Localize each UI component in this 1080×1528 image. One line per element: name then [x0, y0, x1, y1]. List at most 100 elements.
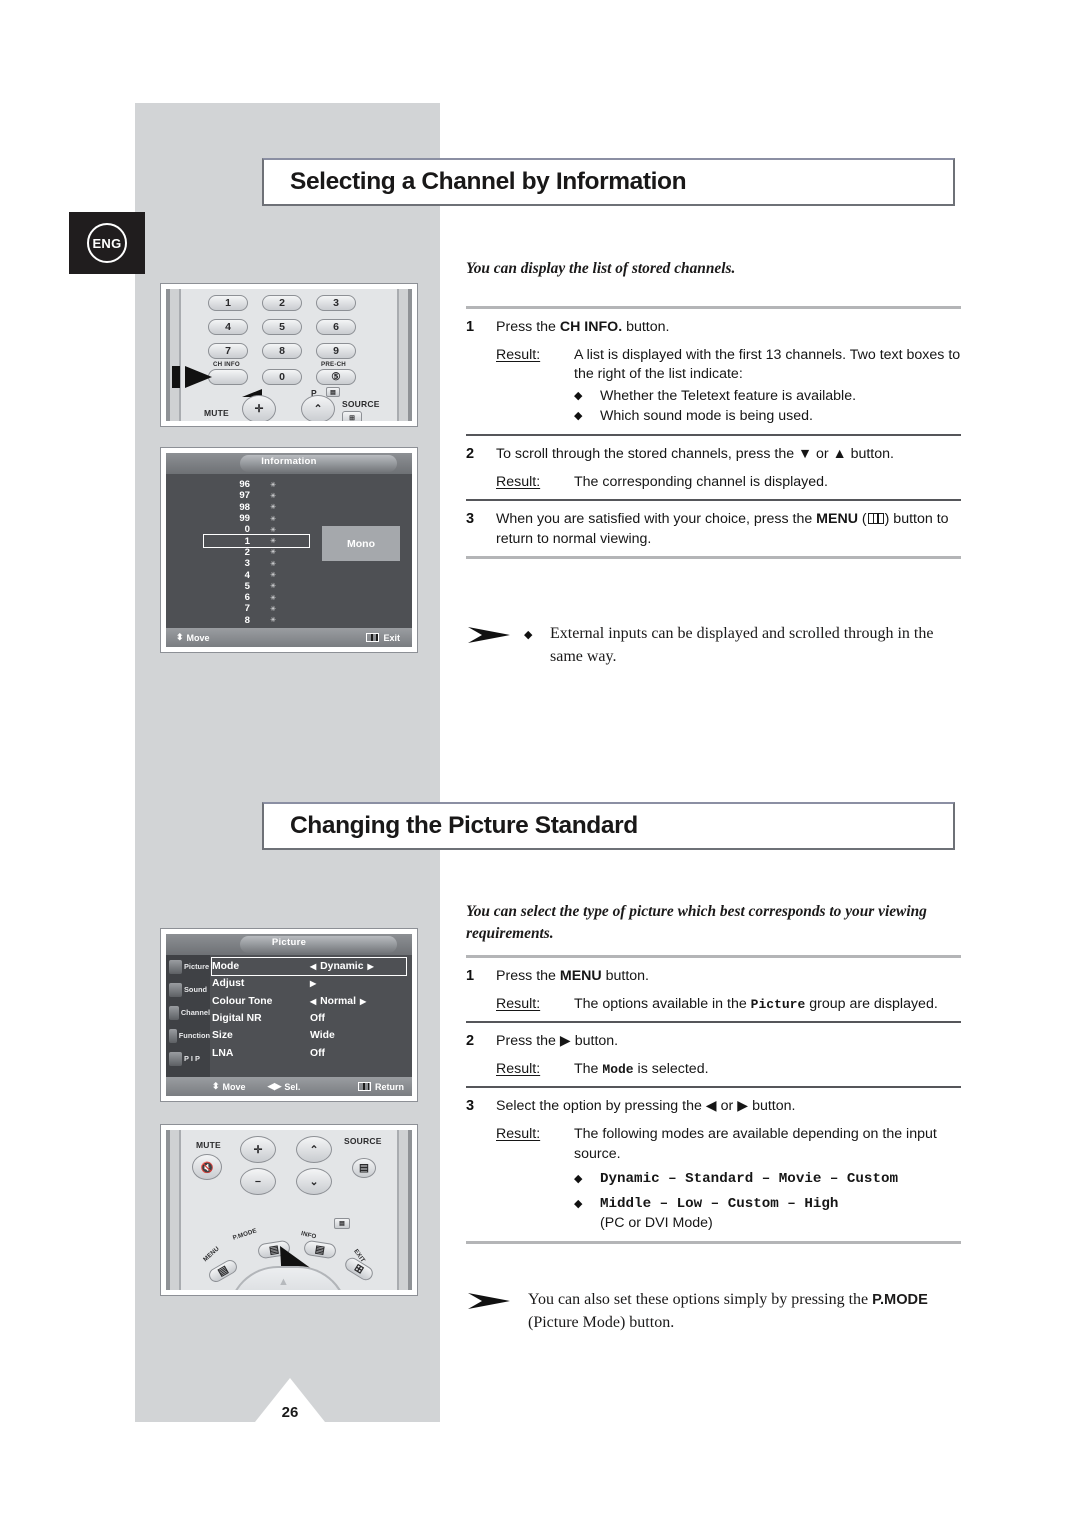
- step-item: 3 When you are satisfied with your choic…: [466, 501, 961, 556]
- channel-row[interactable]: 99 ✳: [204, 513, 309, 524]
- channel-row[interactable]: 6 ✳: [204, 592, 309, 603]
- result-text: The following modes are available depend…: [574, 1125, 961, 1234]
- channel-row[interactable]: 97 ✳: [204, 490, 309, 501]
- menu-row-value: Off: [310, 1048, 406, 1059]
- step-text: Press the MENU button.: [496, 967, 961, 987]
- result-text: The corresponding channel is displayed.: [574, 473, 828, 490]
- picture-icon: [169, 959, 182, 974]
- menu-icon: [366, 633, 380, 642]
- channel-row[interactable]: 0 ✳: [204, 524, 309, 535]
- step-text-pre: Select the option by pressing the: [496, 1098, 706, 1115]
- note-text-bold: P.MODE: [872, 1292, 928, 1308]
- bullet-text: Which sound mode is being used.: [600, 408, 813, 425]
- right-arrow-icon[interactable]: ▶: [360, 997, 366, 1006]
- channel-up-button[interactable]: ⌃: [301, 395, 335, 421]
- sidebar-item-sound[interactable]: Sound: [166, 978, 210, 1001]
- language-badge-label: ENG: [87, 223, 127, 263]
- remote-key-0[interactable]: 0: [262, 369, 302, 385]
- page-title-2: Changing the Picture Standard: [290, 812, 638, 839]
- step-text: When you are satisfied with your choice,…: [496, 511, 949, 547]
- result-mono-term: Mode: [602, 1061, 634, 1077]
- menu-row-label: Mode: [212, 961, 240, 973]
- channel-row[interactable]: 7 ✳: [204, 603, 309, 614]
- remote-key-1[interactable]: 1: [208, 295, 248, 311]
- source-button[interactable]: ▤: [352, 1158, 376, 1178]
- remote-key-7[interactable]: 7: [208, 343, 248, 359]
- steps-list-2: 1 Press the MENU button. Result: The opt…: [466, 955, 961, 1244]
- remote-key-8[interactable]: 8: [262, 343, 302, 359]
- channel-row[interactable]: 8 ✳: [204, 615, 309, 626]
- channel-number: 96: [239, 479, 250, 491]
- sidebar-item-channel[interactable]: Channel: [166, 1001, 210, 1024]
- channel-down-button[interactable]: ⌄: [296, 1168, 332, 1195]
- mute-button[interactable]: 🔇: [192, 1154, 222, 1180]
- sidebar-label: Picture: [184, 962, 210, 971]
- osd-panel: Picture Picture Sound Channel Function P…: [166, 934, 412, 1096]
- remote-key-5[interactable]: 5: [262, 319, 302, 335]
- channel-row[interactable]: 98 ✳: [204, 502, 309, 513]
- sound-mode-box: Mono: [322, 526, 400, 561]
- section-intro-2: You can select the type of picture which…: [466, 903, 927, 943]
- volume-up-button[interactable]: ✛: [242, 395, 276, 421]
- step-content: Select the option by pressing the ◀ or ▶…: [496, 1097, 961, 1234]
- remote-key-4[interactable]: 4: [208, 319, 248, 335]
- pip-icon: [169, 1051, 182, 1066]
- teletext-star-icon: ✳: [270, 538, 276, 546]
- right-arrow-icon[interactable]: ▶: [310, 979, 316, 988]
- menu-row-value-text: Off: [310, 1013, 326, 1025]
- divider: [466, 556, 961, 560]
- remote-key-6[interactable]: 6: [316, 319, 356, 335]
- remote-key-pre-ch[interactable]: ⑤: [316, 369, 356, 385]
- channel-row[interactable]: 3 ✳: [204, 558, 309, 569]
- menu-row-size[interactable]: Size Wide: [212, 1027, 406, 1044]
- teletext-icon: ▤: [326, 387, 340, 397]
- left-arrow-icon[interactable]: ◀: [310, 997, 316, 1006]
- step-text-pre: When you are satisfied with your choice,…: [496, 511, 817, 528]
- sidebar-item-picture[interactable]: Picture: [166, 955, 210, 978]
- remote-key-9[interactable]: 9: [316, 343, 356, 359]
- step-number: 2: [466, 1033, 475, 1050]
- channel-row[interactable]: 5 ✳: [204, 581, 309, 592]
- source-button[interactable]: ⊞: [342, 411, 362, 421]
- teletext-star-icon: ✳: [270, 560, 276, 568]
- result-label: Result:: [496, 473, 541, 490]
- channel-row-selected[interactable]: 1 ✳: [203, 534, 310, 548]
- sidebar-label: P I P: [184, 1054, 200, 1063]
- pointer-arrow-icon: [172, 363, 220, 396]
- note-text: You can also set these options simply by…: [524, 1288, 966, 1334]
- menu-row-lna[interactable]: LNA Off: [212, 1044, 406, 1061]
- result-mono-term: Picture: [750, 996, 806, 1012]
- footer-exit: Exit: [365, 633, 400, 643]
- step-text: Select the option by pressing the ◀ or ▶…: [496, 1097, 961, 1117]
- right-arrow-icon[interactable]: ▶: [367, 962, 373, 971]
- channel-up-button[interactable]: ⌃: [296, 1136, 332, 1163]
- channel-row[interactable]: 96 ✳: [204, 479, 309, 490]
- note-text-pre: You can also set these options simply by…: [528, 1291, 873, 1308]
- remote-control-illustration-bottom: MUTE 🔇 ✛ − ⌃ ⌄ SOURCE ▤ ▤ MENU ▤ P.MODE …: [160, 1124, 418, 1296]
- osd-sidebar: Picture Sound Channel Function P I P: [166, 955, 210, 1077]
- remote-key-3[interactable]: 3: [316, 295, 356, 311]
- volume-up-button[interactable]: ✛: [240, 1136, 276, 1163]
- result-text: The Mode is selected.: [574, 1060, 961, 1080]
- channel-number: 4: [244, 569, 250, 581]
- menu-row-colour-tone[interactable]: Colour Tone ◀ Normal ▶: [212, 993, 406, 1010]
- remote-body: MUTE 🔇 ✛ − ⌃ ⌄ SOURCE ▤ ▤ MENU ▤ P.MODE …: [166, 1130, 412, 1290]
- left-arrow-icon[interactable]: ◀: [310, 962, 316, 971]
- menu-icon: [867, 513, 884, 525]
- volume-down-button[interactable]: −: [240, 1168, 276, 1195]
- remote-key-2[interactable]: 2: [262, 295, 302, 311]
- menu-row-label: Adjust: [212, 978, 245, 990]
- sidebar-item-pip[interactable]: P I P: [166, 1047, 210, 1070]
- osd-footer: ⬍ Move Exit: [166, 628, 412, 647]
- channel-row[interactable]: 4 ✳: [204, 569, 309, 581]
- menu-row-adjust[interactable]: Adjust ▶: [212, 975, 406, 992]
- sidebar-item-function[interactable]: Function: [166, 1024, 210, 1047]
- information-osd-illustration: Information 96 ✳ 97 ✳ 98 ✳ 99 ✳ 0 ✳ 1 ✳ 2 ✳ 3 ✳ …: [160, 447, 418, 653]
- diamond-icon: ◆: [524, 629, 533, 641]
- step-result: Result: The corresponding channel is dis…: [496, 473, 961, 493]
- footer-move-label: Move: [186, 632, 210, 643]
- menu-row-mode[interactable]: Mode ◀ Dynamic ▶: [211, 956, 407, 977]
- menu-row-digital-nr[interactable]: Digital NR Off: [212, 1010, 406, 1027]
- step-text-bold: MENU: [559, 968, 602, 984]
- channel-row[interactable]: 2 ✳: [204, 547, 309, 558]
